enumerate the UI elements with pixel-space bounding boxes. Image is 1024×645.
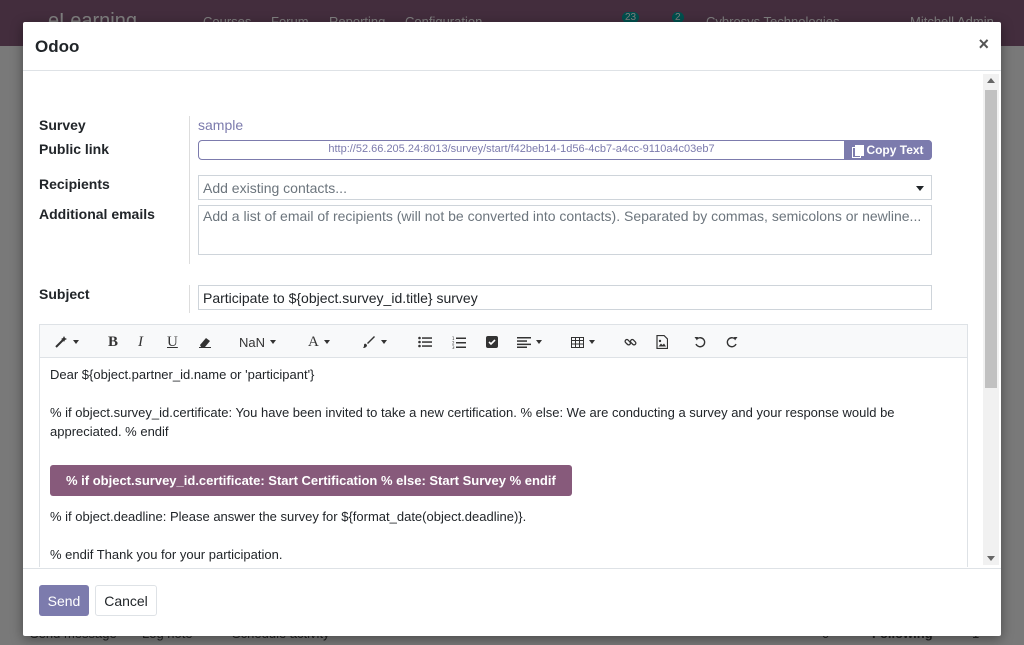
svg-text:3: 3: [452, 345, 455, 349]
eraser-button[interactable]: [198, 333, 212, 351]
eraser-icon: [199, 338, 211, 348]
bold-button[interactable]: B: [108, 333, 118, 351]
public-link-url[interactable]: http://52.66.205.24:8013/survey/start/f4…: [199, 143, 844, 155]
color-dropdown[interactable]: [362, 333, 387, 351]
recipients-label: Recipients: [39, 176, 110, 192]
field-divider: [189, 116, 190, 264]
subject-label: Subject: [39, 286, 90, 302]
modal-title: Odoo: [35, 37, 80, 56]
align-left-icon: [517, 337, 531, 348]
scrollbar-thumb[interactable]: [985, 90, 997, 388]
magic-wand-icon: [55, 336, 67, 348]
paint-brush-icon: [363, 336, 375, 348]
share-survey-dialog: Odoo × Survey sample Public link http://…: [23, 22, 1001, 636]
list-ul-icon: [418, 336, 432, 348]
magic-wand-dropdown[interactable]: [54, 333, 79, 351]
scroll-down-icon[interactable]: [987, 556, 995, 561]
start-survey-button[interactable]: % if object.survey_id.certificate: Start…: [50, 465, 572, 496]
public-link-field: http://52.66.205.24:8013/survey/start/f4…: [198, 140, 932, 160]
text-style-dropdown[interactable]: A: [308, 333, 330, 351]
modal-footer: Send Cancel: [23, 568, 1001, 636]
subject-input[interactable]: [198, 285, 932, 310]
send-button[interactable]: Send: [39, 585, 89, 616]
survey-link[interactable]: sample: [198, 117, 243, 133]
chevron-down-icon[interactable]: [916, 186, 924, 191]
list-ol-icon: 123: [452, 336, 466, 349]
numbered-list-button[interactable]: 123: [452, 333, 466, 351]
file-image-icon: [656, 335, 668, 349]
bullet-list-button[interactable]: [418, 333, 432, 351]
redo-button[interactable]: [726, 333, 738, 351]
cancel-button[interactable]: Cancel: [95, 585, 157, 616]
font-size-dropdown[interactable]: NaN: [239, 333, 277, 351]
check-square-icon: [486, 336, 498, 348]
modal-header: Odoo ×: [23, 22, 1001, 71]
body-invitation: % if object.survey_id.certificate: You h…: [50, 405, 895, 439]
redo-icon: [726, 337, 738, 348]
additional-emails-label: Additional emails: [39, 206, 155, 222]
table-icon: [571, 336, 584, 348]
scroll-up-icon[interactable]: [987, 78, 995, 83]
public-link-label: Public link: [39, 141, 110, 157]
copy-icon: [852, 144, 865, 158]
insert-media-button[interactable]: [656, 333, 668, 351]
close-icon[interactable]: ×: [978, 34, 989, 54]
body-thanks: % endif Thank you for your participation…: [50, 547, 283, 562]
recipients-field: [198, 175, 932, 200]
paragraph-align-dropdown[interactable]: [517, 333, 542, 351]
table-dropdown[interactable]: [571, 333, 595, 351]
body-greeting: Dear ${object.partner_id.name or 'partic…: [50, 367, 315, 382]
italic-button[interactable]: I: [138, 333, 143, 351]
modal-body: Survey sample Public link http://52.66.2…: [23, 72, 1001, 567]
recipients-input[interactable]: [198, 175, 932, 200]
email-body-editor: B I U NaN A 123 Dear ${object.partner_id…: [39, 324, 968, 567]
undo-button[interactable]: [694, 333, 706, 351]
undo-icon: [694, 337, 706, 348]
additional-emails-input[interactable]: [198, 205, 932, 255]
link-button[interactable]: [624, 333, 637, 351]
modal-scrollbar[interactable]: [983, 74, 999, 565]
underline-button[interactable]: U: [167, 333, 178, 351]
field-divider: [189, 285, 190, 313]
body-deadline: % if object.deadline: Please answer the …: [50, 509, 527, 524]
link-icon: [624, 338, 637, 346]
checklist-button[interactable]: [486, 333, 498, 351]
copy-text-button[interactable]: Copy Text: [844, 140, 932, 160]
font-size-value: NaN: [239, 334, 266, 350]
copy-text-label: Copy Text: [866, 143, 924, 157]
survey-label: Survey: [39, 117, 86, 133]
editor-toolbar: B I U NaN A 123: [40, 325, 967, 358]
